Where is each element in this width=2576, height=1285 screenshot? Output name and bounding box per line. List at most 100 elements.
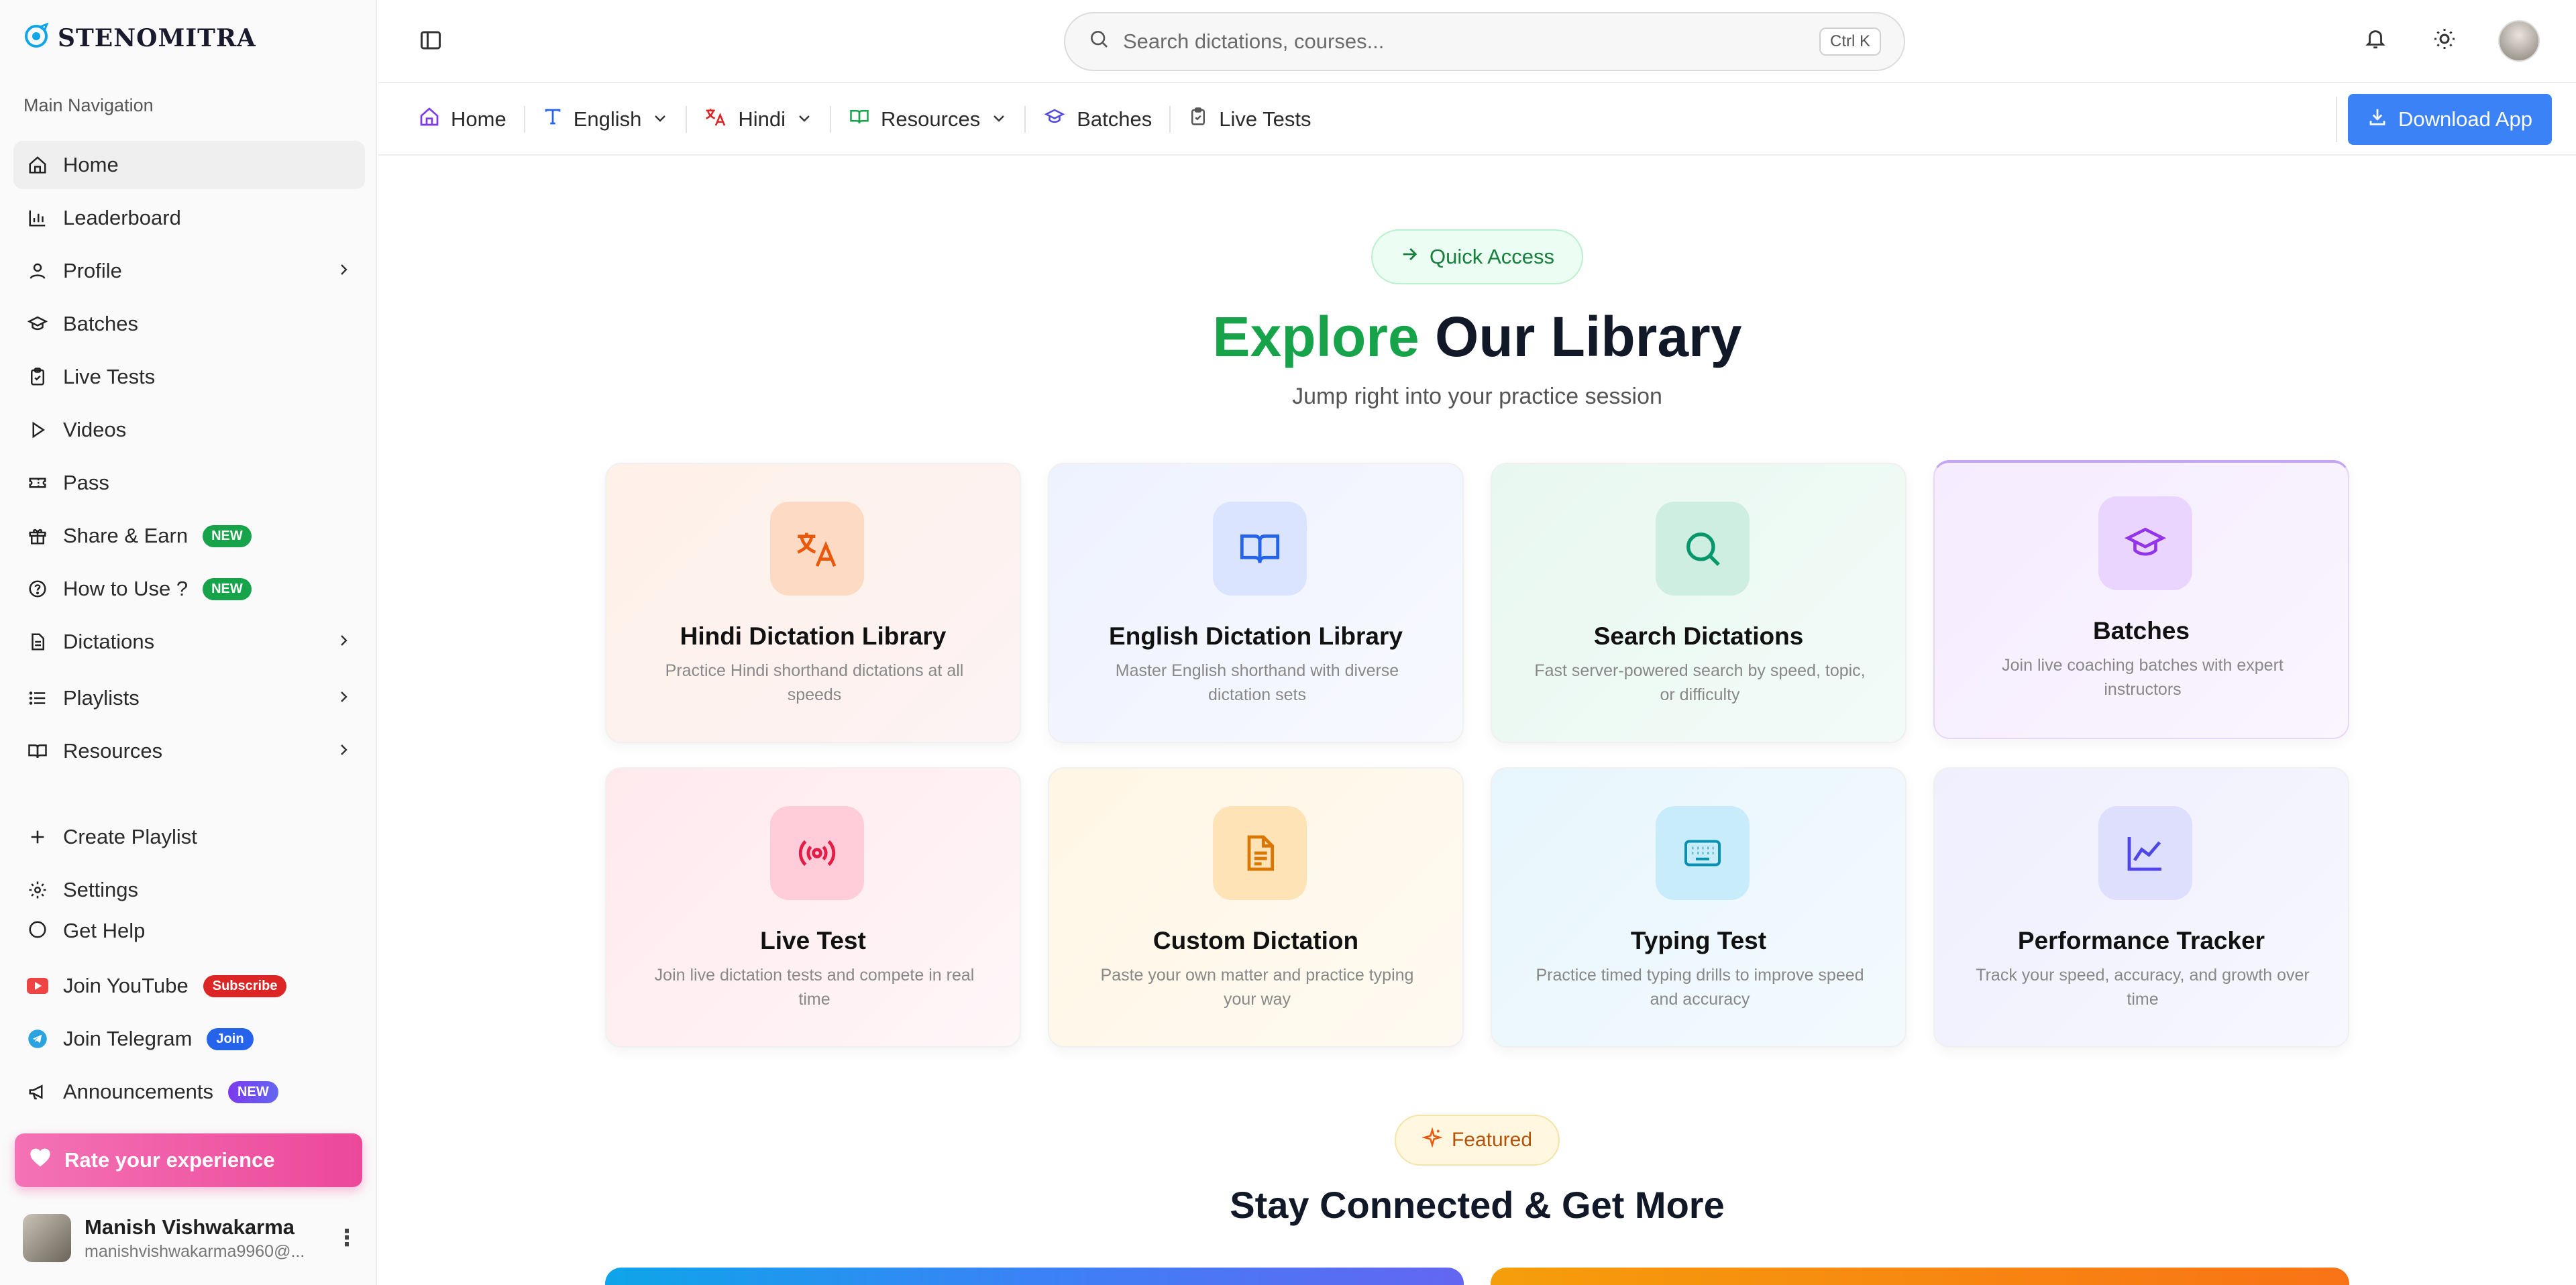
plus-icon (27, 826, 48, 848)
sidebar-item-home[interactable]: Home (13, 141, 365, 189)
card-hindi-dictation-library[interactable]: Hindi Dictation Library Practice Hindi s… (605, 463, 1021, 743)
logo-icon (23, 22, 50, 53)
sidebar-toggle-icon[interactable] (419, 28, 443, 56)
download-app-button[interactable]: Download App (2348, 94, 2552, 145)
new-badge: NEW (203, 577, 252, 600)
sidebar-item-create-playlist[interactable]: Create Playlist (13, 813, 365, 861)
sidebar-item-settings[interactable]: Settings (13, 866, 365, 914)
card-title: Hindi Dictation Library (680, 622, 947, 650)
subnav-batches[interactable]: Batches (1026, 106, 1171, 133)
card-description: Track your speed, accuracy, and growth o… (1976, 966, 2310, 1009)
bar-chart-icon (27, 207, 48, 229)
featured-label: Featured (1451, 1129, 1533, 1151)
card-title: Search Dictations (1593, 622, 1804, 650)
subscribe-badge: Subscribe (203, 974, 287, 997)
book-open-icon (1213, 502, 1307, 596)
title-rest: Our Library (1435, 305, 1742, 368)
sidebar-item-profile[interactable]: Profile (13, 247, 365, 295)
translate-icon (770, 502, 864, 596)
sidebar-item-label: Videos (63, 418, 127, 441)
card-title: Custom Dictation (1152, 927, 1359, 954)
rate-experience-button[interactable]: Rate your experience (15, 1133, 362, 1187)
sidebar-item-how-to-use[interactable]: How to Use ? NEW (13, 565, 365, 613)
bell-icon[interactable] (2364, 27, 2387, 51)
join-badge: Join (207, 1027, 254, 1050)
list-icon (27, 687, 48, 709)
card-typing-test[interactable]: Typing Test Practice timed typing drills… (1491, 767, 1907, 1048)
user-card[interactable]: Manish Vishwakarma manishvishwakarma9960… (23, 1210, 358, 1266)
main-content: Quick Access Explore Our Library Jump ri… (378, 156, 2576, 1285)
chevron-down-icon (991, 107, 1007, 131)
search-shortcut: Ctrl K (1819, 27, 1881, 56)
file-text-icon (27, 631, 48, 653)
card-custom-dictation[interactable]: Custom Dictation Paste your own matter a… (1048, 767, 1464, 1048)
home-icon (27, 154, 48, 176)
sidebar-item-join-telegram[interactable]: Join Telegram Join (13, 1013, 365, 1064)
gift-icon (27, 525, 48, 547)
brand-logo[interactable]: STENOMITRA (23, 22, 256, 53)
sidebar-item-pass[interactable]: Pass (13, 459, 365, 507)
sidebar-item-videos[interactable]: Videos (13, 406, 365, 454)
sidebar-item-announcements[interactable]: Announcements NEW (13, 1066, 365, 1117)
brand-name: STENOMITRA (58, 23, 256, 52)
title-accent: Explore (1212, 305, 1419, 368)
card-description: Join live dictation tests and compete in… (654, 966, 975, 1009)
sidebar-item-leaderboard[interactable]: Leaderboard (13, 194, 365, 242)
youtube-icon (27, 975, 48, 997)
subnav-hindi[interactable]: Hindi (687, 106, 832, 133)
avatar (23, 1214, 71, 1262)
sidebar-item-label: Playlists (63, 686, 140, 710)
sidebar-item-label: Leaderboard (63, 206, 181, 229)
chevron-right-icon (335, 630, 352, 654)
featured-pill: Featured (1395, 1115, 1560, 1166)
more-vertical-icon[interactable]: ⋮ (335, 1225, 358, 1251)
search-input[interactable]: Search dictations, courses... Ctrl K (1064, 12, 1905, 71)
home-icon (419, 106, 440, 133)
gear-icon (27, 879, 48, 901)
sun-icon[interactable] (2432, 27, 2457, 51)
new-badge: NEW (228, 1080, 278, 1103)
section-label: Main Navigation (23, 95, 154, 115)
sidebar-item-label: Resources (63, 739, 163, 763)
subnav-label: Home (451, 107, 506, 131)
card-english-dictation-library[interactable]: English Dictation Library Master English… (1048, 463, 1464, 743)
card-performance-tracker[interactable]: Performance Tracker Track your speed, ac… (1933, 767, 2349, 1048)
subnav-live-tests[interactable]: Live Tests (1171, 106, 1328, 133)
type-icon (543, 107, 563, 132)
card-batches[interactable]: Batches Join live coaching batches with … (1933, 460, 2349, 739)
sidebar-item-dictations[interactable]: Dictations (13, 618, 365, 666)
page-title: Explore Our Library (378, 304, 2576, 370)
subnav-english[interactable]: English (525, 106, 688, 133)
sidebar-item-label: Settings (63, 878, 139, 901)
help-circle-icon (27, 578, 48, 600)
promo-card-top-edge (1491, 1268, 2349, 1285)
section-title: Stay Connected & Get More (1230, 1184, 1725, 1226)
card-description: Master English shorthand with diverse di… (1115, 661, 1399, 704)
subnav-label: English (573, 107, 642, 131)
subnav-home[interactable]: Home (419, 106, 525, 133)
card-description: Practice timed typing drills to improve … (1536, 966, 1864, 1009)
subnav-resources[interactable]: Resources (831, 106, 1026, 133)
sidebar-item-label: Create Playlist (63, 825, 197, 848)
sidebar-item-share-earn[interactable]: Share & Earn NEW (13, 512, 365, 560)
card-live-test[interactable]: Live Test Join live dictation tests and … (605, 767, 1021, 1048)
graduation-cap-icon (1043, 107, 1066, 132)
card-description: Practice Hindi shorthand dictations at a… (665, 661, 964, 704)
sidebar-item-get-help[interactable]: Get Help (13, 919, 365, 943)
card-title: English Dictation Library (1109, 622, 1403, 650)
sidebar-item-playlists[interactable]: Playlists (13, 674, 365, 722)
search-icon (1088, 28, 1110, 55)
profile-avatar[interactable] (2498, 20, 2540, 62)
play-icon (27, 419, 48, 441)
sidebar-item-label: How to Use ? (63, 577, 189, 600)
card-title: Batches (2093, 617, 2190, 645)
sidebar-item-join-youtube[interactable]: Join YouTube Subscribe (13, 960, 365, 1011)
card-description: Fast server-powered search by speed, top… (1534, 661, 1866, 704)
card-search-dictations[interactable]: Search Dictations Fast server-powered se… (1491, 463, 1907, 743)
sidebar-item-live-tests[interactable]: Live Tests (13, 353, 365, 401)
sidebar-item-resources[interactable]: Resources (13, 727, 365, 775)
sidebar-item-batches[interactable]: Batches (13, 300, 365, 348)
card-title: Performance Tracker (2017, 927, 2265, 954)
help-icon (27, 919, 48, 940)
megaphone-icon (27, 1081, 48, 1103)
